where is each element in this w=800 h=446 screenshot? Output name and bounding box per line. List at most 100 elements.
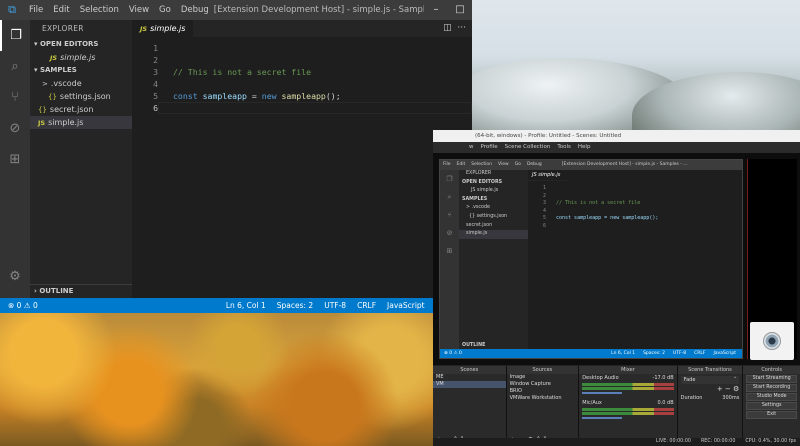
code-punctuation: (); [325,91,341,101]
tree-item-secret-json[interactable]: {} secret.json [30,103,132,116]
source-item[interactable]: VMWare Workstation [507,395,579,402]
indentation[interactable]: Spaces: 2 [277,301,313,310]
scene-item[interactable]: ME [433,374,506,381]
open-editor-item[interactable]: JS simple.js [30,51,132,64]
code-line: 4 [132,78,472,90]
transitions-header: Scene Transitions [677,366,743,374]
menu-edit[interactable]: Edit [48,0,74,20]
more-actions-icon[interactable]: ··· [457,23,466,33]
code-line: 5 const sampleapp = new sampleapp(); [132,90,472,102]
tree-item-label: simple.js [48,118,84,127]
line-ending[interactable]: CRLF [357,301,376,310]
line-number: 6 [542,222,546,229]
volume-slider[interactable] [582,392,623,394]
start-streaming-button[interactable]: Start Streaming [746,375,797,383]
preview-menu-item: File [443,162,451,167]
obs-menu-item[interactable]: Help [578,142,591,153]
explorer-icon[interactable]: ❐ [0,20,30,51]
code-line: 1 [132,42,472,54]
tree-item-label: settings.json [59,92,111,101]
search-icon[interactable]: ⌕ [0,51,30,82]
line-number: 5 [153,91,158,101]
tree-item-vscode-folder[interactable]: > .vscode [30,77,132,90]
volume-slider[interactable] [582,417,623,419]
encoding[interactable]: UTF-8 [324,301,346,310]
transition-select[interactable]: Fade [684,377,696,383]
source-item[interactable]: Window Capture [507,381,579,388]
volume-meter [582,408,674,411]
preview-status-item: Ln 6, Col 1 [611,351,636,356]
obs-window: (64-bit, windows) - Profile: Untitled - … [433,130,800,446]
code-line: 2 [132,54,472,66]
maximize-button[interactable]: □ [448,0,472,20]
errors-status[interactable]: ⊗ 0 ⚠ 0 [8,301,38,310]
mixer-channel-level: -17.0 dB [652,375,674,381]
obs-menu-item[interactable]: Scene Collection [505,142,551,153]
code-view[interactable]: 1 2 3 // This is not a secret file 4 5 con… [132,42,472,114]
extensions-icon[interactable]: ⊞ [0,144,30,175]
exit-button[interactable]: Exit [746,411,797,419]
preview-status-bar: ⊗ 0 ⚠ 0 Ln 6, Col 1 Spaces: 2 UTF-8 CRLF… [440,349,742,358]
obs-status-bar: LIVE: 00:00:00 REC: 00:00:00 CPU: 0.4%, … [433,438,800,446]
json-file-icon: {} [48,93,57,101]
menu-view[interactable]: View [124,0,154,20]
preview-comment: // This is not a secret file [556,200,641,207]
editor-actions: ◫ ··· [443,20,466,37]
code-line: 3 // This is not a secret file [132,66,472,78]
preview-code-line: const sampleapp = new sampleapp(); [556,215,659,222]
chevron-right-icon: > [42,80,48,88]
js-file-icon: JS [38,119,46,127]
preview-sidebar-item: JS simple.js [471,188,499,194]
debug-icon[interactable]: ⊘ [0,113,30,144]
obs-preview[interactable]: File Edit Selection View Go Debug [Exten… [433,153,800,365]
open-editors-section[interactable]: ▾ OPEN EDITORS [30,38,132,51]
workspace-section[interactable]: ▾ SAMPLES [30,64,132,77]
outline-section[interactable]: › OUTLINE [30,284,132,298]
scenes-dock: Scenes ME VM +−˄˅ [433,366,506,446]
preview-status-errors: ⊗ 0 ⚠ 0 [444,351,462,356]
gear-icon[interactable]: ⚙ [0,261,30,292]
source-item[interactable]: Image [507,374,579,381]
duration-input[interactable]: 300ms [722,395,739,401]
menu-file[interactable]: File [24,0,48,20]
minimize-button[interactable]: – [424,0,448,20]
transition-add-remove[interactable]: + − ⚙ [717,385,739,393]
language-mode[interactable]: JavaScript [387,301,425,310]
studio-mode-button[interactable]: Studio Mode [746,393,797,401]
menu-selection[interactable]: Selection [75,0,124,20]
activity-bar: ❐ ⌕ ⑂ ⊘ ⊞ ⚙ [0,20,30,298]
scene-item[interactable]: VM [433,381,506,388]
menu-go[interactable]: Go [154,0,176,20]
source-control-icon: ⑂ [447,211,452,219]
line-number: 3 [542,200,546,207]
obs-menu-item[interactable]: w [469,142,474,153]
preview-status-item: CRLF [694,351,706,356]
explorer-icon: ❐ [446,175,453,183]
obs-menu-bar: w Profile Scene Collection Tools Help [433,142,800,153]
preview-sidebar-item: > .vscode [466,205,490,211]
menu-debug[interactable]: Debug [176,0,214,20]
cursor-position[interactable]: Ln 6, Col 1 [226,301,266,310]
preview-vscode: File Edit Selection View Go Debug [Exten… [439,159,743,359]
split-editor-icon[interactable]: ◫ [443,23,452,33]
obs-menu-item[interactable]: Profile [481,142,498,153]
source-item[interactable]: BRIO [507,388,579,395]
mixer-channel-name: Mic/Aux [582,400,602,406]
explorer-sidebar: EXPLORER ▾ OPEN EDITORS JS simple.js ▾ SA… [30,20,132,298]
line-number: 3 [153,67,158,77]
tree-item-label: secret.json [49,105,94,114]
source-control-icon[interactable]: ⑂ [0,82,30,113]
mixer-header: Mixer [579,366,677,374]
preview-sidebar: EXPLORER OPEN EDITORS JS simple.js SAMPL… [459,170,528,351]
desktop-wallpaper-autumn [0,313,433,446]
tree-item-simple-js[interactable]: JS simple.js [30,116,132,129]
preview-editor: JS simple.js 1 2 3 // This is not a secre… [528,170,742,351]
settings-button[interactable]: Settings [746,402,797,410]
tab-simple-js[interactable]: JS simple.js [132,20,194,37]
vscode-logo-icon: ⧉ [8,3,16,16]
mixer-channel-name: Desktop Audio [582,375,619,381]
controls-dock: Controls Start Streaming Start Recording… [743,366,800,446]
start-recording-button[interactable]: Start Recording [746,384,797,392]
obs-menu-item[interactable]: Tools [557,142,571,153]
tree-item-settings-json[interactable]: {} settings.json [30,90,132,103]
